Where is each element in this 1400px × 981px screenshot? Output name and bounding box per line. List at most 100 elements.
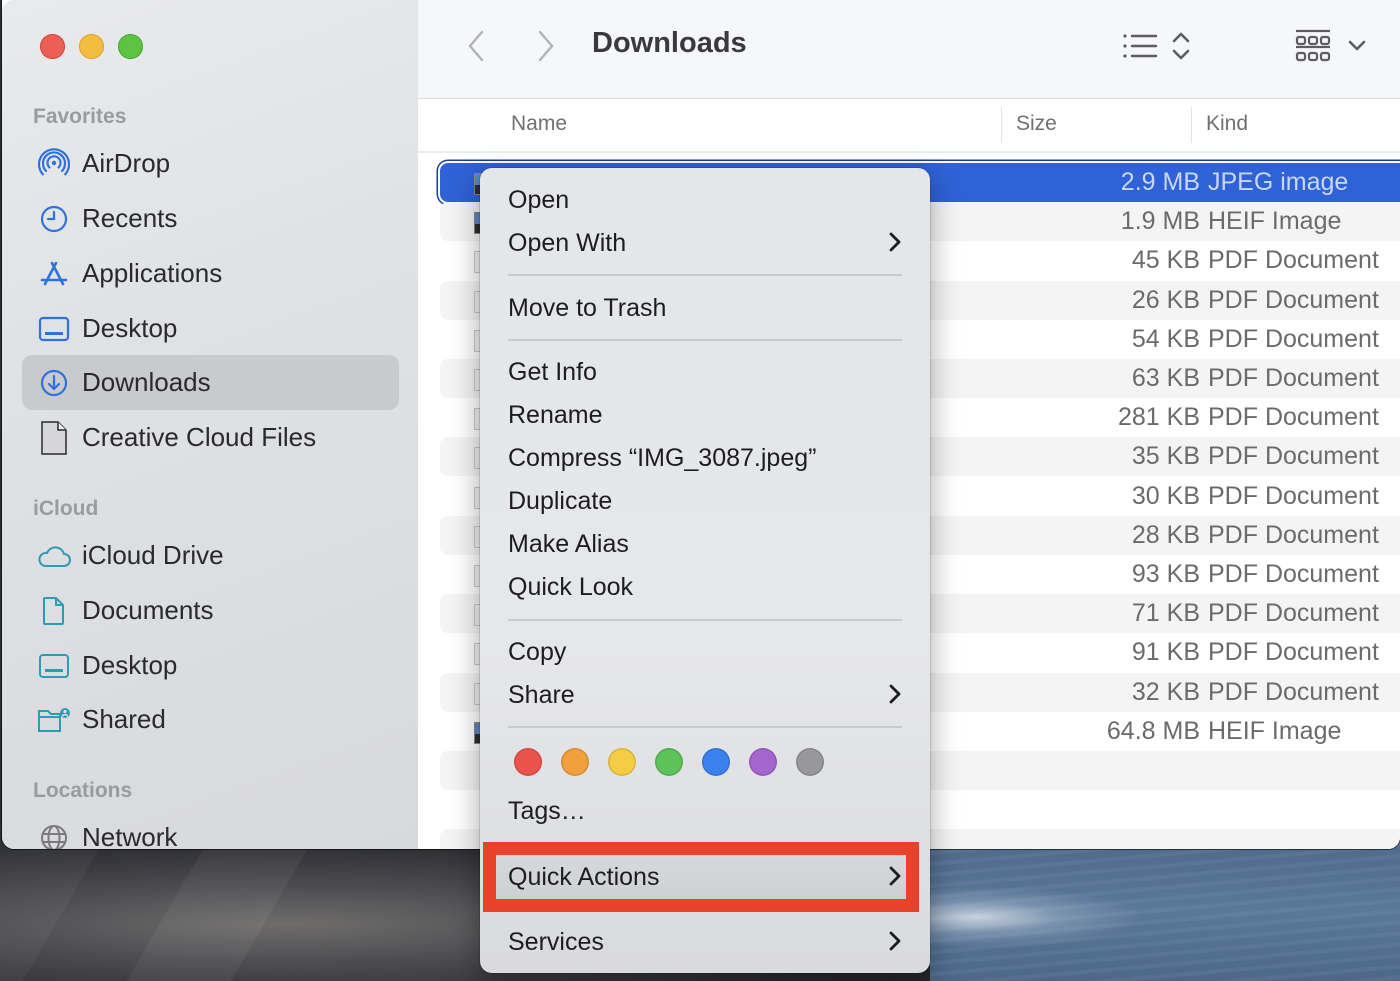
menu-item-label: Make Alias xyxy=(508,530,629,558)
sidebar-item-applications[interactable]: Applications xyxy=(22,246,399,301)
menu-item-label: Compress “IMG_3087.jpeg” xyxy=(508,444,817,472)
file-size: 28 KB xyxy=(1131,520,1200,549)
menu-item-tags[interactable]: Tags… xyxy=(480,790,930,833)
sidebar-item-desktop[interactable]: Desktop xyxy=(22,301,399,356)
file-kind: PDF Document xyxy=(1208,403,1379,432)
sidebar-section-icloud: iCloud xyxy=(33,497,99,520)
group-dropdown-button[interactable] xyxy=(1347,38,1367,59)
zoom-button[interactable] xyxy=(118,34,143,59)
menu-item-duplicate[interactable]: Duplicate xyxy=(480,480,930,523)
file-size: 63 KB xyxy=(1131,364,1200,392)
sidebar-item-icloud-drive[interactable]: iCloud Drive xyxy=(22,528,399,583)
file-kind: PDF Document xyxy=(1208,560,1379,588)
column-header: Name Size Kind xyxy=(418,99,1400,153)
sidebar-section-favorites: Favorites xyxy=(33,105,127,128)
file-kind: PDF Document xyxy=(1208,599,1379,628)
sidebar-item-documents[interactable]: Documents xyxy=(22,583,399,638)
menu-item-move-to-trash[interactable]: Move to Trash xyxy=(480,287,930,330)
desktop-icon xyxy=(37,649,71,683)
chevron-right-icon xyxy=(888,231,902,260)
file-size: 45 KB xyxy=(1131,246,1200,275)
sidebar-item-recents[interactable]: Recents xyxy=(22,191,399,246)
sidebar-item-label: Shared xyxy=(82,704,166,734)
menu-item-copy[interactable]: Copy xyxy=(480,631,930,674)
menu-item-services[interactable]: Services xyxy=(480,921,930,964)
menu-separator xyxy=(508,619,902,621)
menu-separator xyxy=(508,274,902,276)
airdrop-icon xyxy=(37,147,71,181)
file-size: 32 KB xyxy=(1131,677,1200,706)
back-button[interactable] xyxy=(462,28,492,64)
menu-item-label: Get Info xyxy=(508,358,597,386)
tag-blue[interactable] xyxy=(702,748,730,776)
cloud-icon xyxy=(37,539,71,573)
menu-item-compress[interactable]: Compress “IMG_3087.jpeg” xyxy=(480,437,930,480)
file-kind: PDF Document xyxy=(1208,638,1379,667)
tag-red[interactable] xyxy=(514,748,542,776)
file-size: 30 KB xyxy=(1131,481,1200,510)
menu-item-label: Quick Actions xyxy=(508,863,660,891)
file-size: 35 KB xyxy=(1131,442,1200,471)
window-title: Downloads xyxy=(592,27,747,59)
column-size[interactable]: Size xyxy=(1016,112,1057,136)
menu-item-label: Move to Trash xyxy=(508,294,667,322)
list-view-button[interactable] xyxy=(1121,28,1161,69)
file-kind: PDF Document xyxy=(1208,520,1379,549)
file-size: 54 KB xyxy=(1131,324,1200,353)
file-size: 91 KB xyxy=(1131,638,1200,667)
file-kind: PDF Document xyxy=(1208,324,1379,353)
menu-item-quick-actions[interactable]: Quick Actions xyxy=(480,856,930,899)
tag-colors xyxy=(514,748,824,776)
group-button[interactable] xyxy=(1294,28,1334,73)
file-kind: HEIF Image xyxy=(1208,716,1342,745)
column-name[interactable]: Name xyxy=(511,112,567,136)
sidebar: Favorites AirDrop Recents Applications D… xyxy=(2,0,418,849)
sidebar-item-downloads[interactable]: Downloads xyxy=(22,355,399,410)
icon-grid-icon xyxy=(1295,29,1331,62)
chevron-right-icon xyxy=(888,930,902,959)
menu-item-open[interactable]: Open xyxy=(480,179,930,222)
menu-item-open-with[interactable]: Open With xyxy=(480,222,930,265)
sidebar-item-network[interactable]: Network xyxy=(22,810,399,849)
file-size: 2.9 MB xyxy=(1120,168,1200,196)
menu-item-get-info[interactable]: Get Info xyxy=(480,351,930,394)
file-kind: PDF Document xyxy=(1208,442,1379,471)
document-icon xyxy=(37,594,71,628)
file-kind: JPEG image xyxy=(1208,168,1349,196)
file-size: 71 KB xyxy=(1131,599,1200,628)
menu-item-label: Share xyxy=(508,681,575,709)
menu-item-rename[interactable]: Rename xyxy=(480,394,930,437)
tag-gray[interactable] xyxy=(796,748,824,776)
sidebar-item-label: AirDrop xyxy=(82,148,171,178)
tag-orange[interactable] xyxy=(561,748,589,776)
sidebar-item-label: Recents xyxy=(82,203,178,233)
forward-button[interactable] xyxy=(530,28,560,64)
sidebar-item-shared[interactable]: Shared xyxy=(22,692,399,747)
menu-item-label: Rename xyxy=(508,401,603,429)
sidebar-item-label: iCloud Drive xyxy=(82,540,224,570)
column-divider[interactable] xyxy=(1001,107,1002,143)
download-icon xyxy=(37,366,71,400)
sort-button[interactable] xyxy=(1170,28,1192,69)
sidebar-item-label: Applications xyxy=(82,258,223,288)
sidebar-item-creative-cloud-files[interactable]: Creative Cloud Files xyxy=(22,410,399,465)
clock-icon xyxy=(37,202,71,236)
close-button[interactable] xyxy=(40,34,65,59)
sidebar-item-label: Documents xyxy=(82,595,214,625)
column-divider[interactable] xyxy=(1191,107,1192,143)
menu-item-share[interactable]: Share xyxy=(480,674,930,717)
sidebar-item-icloud-desktop[interactable]: Desktop xyxy=(22,638,399,693)
menu-item-make-alias[interactable]: Make Alias xyxy=(480,523,930,566)
tag-green[interactable] xyxy=(655,748,683,776)
file-size: 64.8 MB xyxy=(1106,716,1200,745)
sidebar-item-label: Network xyxy=(82,822,178,849)
menu-item-label: Open With xyxy=(508,229,627,257)
column-kind[interactable]: Kind xyxy=(1206,112,1248,136)
menu-item-quick-look[interactable]: Quick Look xyxy=(480,566,930,609)
tag-purple[interactable] xyxy=(749,748,777,776)
sidebar-item-airdrop[interactable]: AirDrop xyxy=(22,136,399,191)
minimize-button[interactable] xyxy=(79,34,104,59)
tag-yellow[interactable] xyxy=(608,748,636,776)
menu-item-label: Open xyxy=(508,186,570,214)
chevron-down-icon xyxy=(1348,40,1366,51)
